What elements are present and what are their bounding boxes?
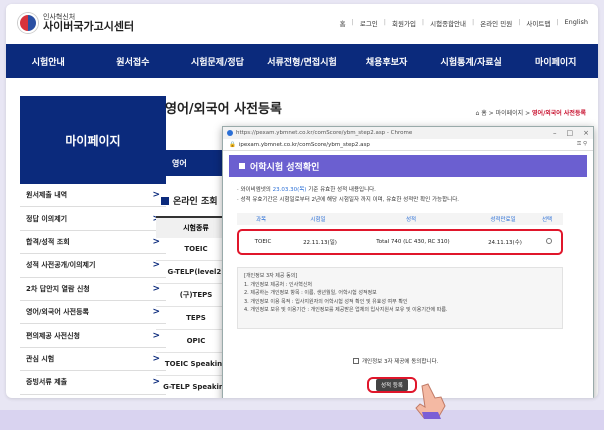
nav-statistics[interactable]: 시험통계/자료실 bbox=[429, 55, 514, 68]
link-online-civil[interactable]: 온라인 민원 bbox=[480, 18, 512, 28]
popup-heading: 어학시험 성적확인 bbox=[229, 155, 587, 177]
nav-document-interview[interactable]: 서류전형/면접시험 bbox=[260, 55, 345, 68]
minimize-icon[interactable]: – bbox=[553, 129, 557, 137]
score-result-table: 과목 시험일 성적 성적만료일 선택 TOEIC 22.11.13(일) Tot… bbox=[237, 213, 563, 255]
maximize-icon[interactable]: □ bbox=[567, 129, 574, 137]
link-home[interactable]: 홈 bbox=[340, 18, 346, 28]
sidebar-item-document-submit[interactable]: 증빙서류 제출 > bbox=[20, 371, 166, 395]
pointing-hand-icon bbox=[415, 383, 446, 419]
main-nav: 시험안내 원서접수 시험문제/정답 서류전형/면접시험 채용후보자 시험통계/자… bbox=[6, 44, 598, 78]
table-row[interactable]: TOEIC 22.11.13(일) Total 740 (LC 430, RC … bbox=[237, 229, 563, 255]
select-radio[interactable] bbox=[546, 238, 552, 244]
popup-notes: · 와이비엠넷의 23.03.30(목) 기준 유효한 성적 내용입니다. · … bbox=[237, 187, 460, 203]
sidebar-item-answer-objection[interactable]: 정답 이의제기> bbox=[20, 207, 166, 231]
page-title: 영어/외국어 사전등록 bbox=[156, 98, 282, 117]
top-header: 인사혁신처 사이버국가고시센터 홈 | 로그인 | 회원가입 | 시험종합안내 | 온라… bbox=[6, 4, 598, 44]
score-confirm-popup: https://pexam.ybmnet.co.kr/comScore/ybm_… bbox=[222, 126, 594, 398]
sidebar: 마이페이지 원서제출 내역> 정답 이의제기> 합격/성적 조회> 성적 사전공… bbox=[20, 96, 166, 398]
browser-frame: 인사혁신처 사이버국가고시센터 홈 | 로그인 | 회원가입 | 시험종합안내 | 온라… bbox=[6, 4, 598, 398]
nav-exam-info[interactable]: 시험안내 bbox=[6, 55, 91, 68]
nav-application[interactable]: 원서접수 bbox=[91, 55, 176, 68]
breadcrumb: ⌂ 홈 > 마이페이지 > 영어/외국어 사전등록 bbox=[475, 110, 586, 117]
result-date: 22.11.13(일) bbox=[303, 240, 337, 246]
sidebar-title: 마이페이지 bbox=[20, 96, 166, 184]
nav-candidates[interactable]: 채용후보자 bbox=[344, 55, 429, 68]
sidebar-item-language-preregister[interactable]: 영어/외국어 사전등록 > bbox=[20, 301, 166, 325]
nav-questions-answers[interactable]: 시험문제/정답 bbox=[175, 55, 260, 68]
link-signup[interactable]: 회원가입 bbox=[392, 18, 416, 28]
consent-agree[interactable]: 개인정보 3자 제공에 동의합니다. bbox=[353, 357, 438, 365]
result-subject: TOEIC bbox=[254, 239, 272, 245]
sidebar-item-interest-exam[interactable]: 관심 시험 > bbox=[20, 348, 166, 372]
popup-address-bar[interactable]: 🔒 ipexam.ybmnet.co.kr/comScore/ybm_step2… bbox=[223, 139, 593, 151]
square-bullet-icon bbox=[161, 196, 169, 205]
sidebar-item-application-history[interactable]: 원서제출 내역 > bbox=[20, 184, 166, 208]
logo-big-text: 사이버국가고시센터 bbox=[43, 20, 135, 33]
nav-mypage[interactable]: 마이페이지 bbox=[513, 55, 598, 68]
result-expiry: 24.11.13(수) bbox=[488, 240, 522, 246]
close-icon[interactable]: × bbox=[583, 129, 589, 137]
result-score: Total 740 (LC 430, RC 310) bbox=[376, 239, 450, 245]
link-sitemap[interactable]: 사이트맵 bbox=[526, 18, 550, 28]
site-logo[interactable]: 인사혁신처 사이버국가고시센터 bbox=[18, 13, 134, 33]
chrome-icon bbox=[227, 130, 233, 136]
popup-titlebar: https://pexam.ybmnet.co.kr/comScore/ybm_… bbox=[223, 127, 593, 139]
sidebar-item-score-preview[interactable]: 성적 사전공개/이의제기 > bbox=[20, 254, 166, 278]
sidebar-item-answer-sheet[interactable]: 2차 답안지 열람 신청 > bbox=[20, 278, 166, 301]
taegeuk-logo-icon bbox=[18, 13, 38, 33]
home-icon: ⌂ bbox=[475, 110, 480, 117]
link-login[interactable]: 로그인 bbox=[360, 18, 378, 28]
bottom-strip bbox=[0, 410, 604, 430]
key-icon[interactable]: ⚿ ⚲ bbox=[577, 141, 587, 148]
sidebar-item-convenience[interactable]: 편의제공 사전신청 > bbox=[20, 324, 166, 348]
lock-icon: 🔒 bbox=[229, 141, 236, 148]
consent-box: [개인정보 3자 제공 동의] 1. 개인정보 제공처 : 인사혁신처 2. 제… bbox=[237, 267, 563, 329]
section-title: 온라인 조회 bbox=[161, 194, 218, 207]
square-bullet-icon bbox=[239, 163, 245, 169]
agree-checkbox[interactable] bbox=[353, 358, 359, 364]
link-english[interactable]: English bbox=[565, 18, 588, 28]
link-exam-guide[interactable]: 시험종합안내 bbox=[430, 18, 466, 28]
top-links: 홈 | 로그인 | 회원가입 | 시험종합안내 | 온라인 민원 | 사이트맵 | Engl… bbox=[339, 18, 588, 28]
chevron-right-icon: > bbox=[152, 190, 160, 201]
table-header: 과목 시험일 성적 성적만료일 선택 bbox=[237, 213, 563, 225]
sidebar-item-pass-score[interactable]: 합격/성적 조회 > bbox=[20, 231, 166, 255]
